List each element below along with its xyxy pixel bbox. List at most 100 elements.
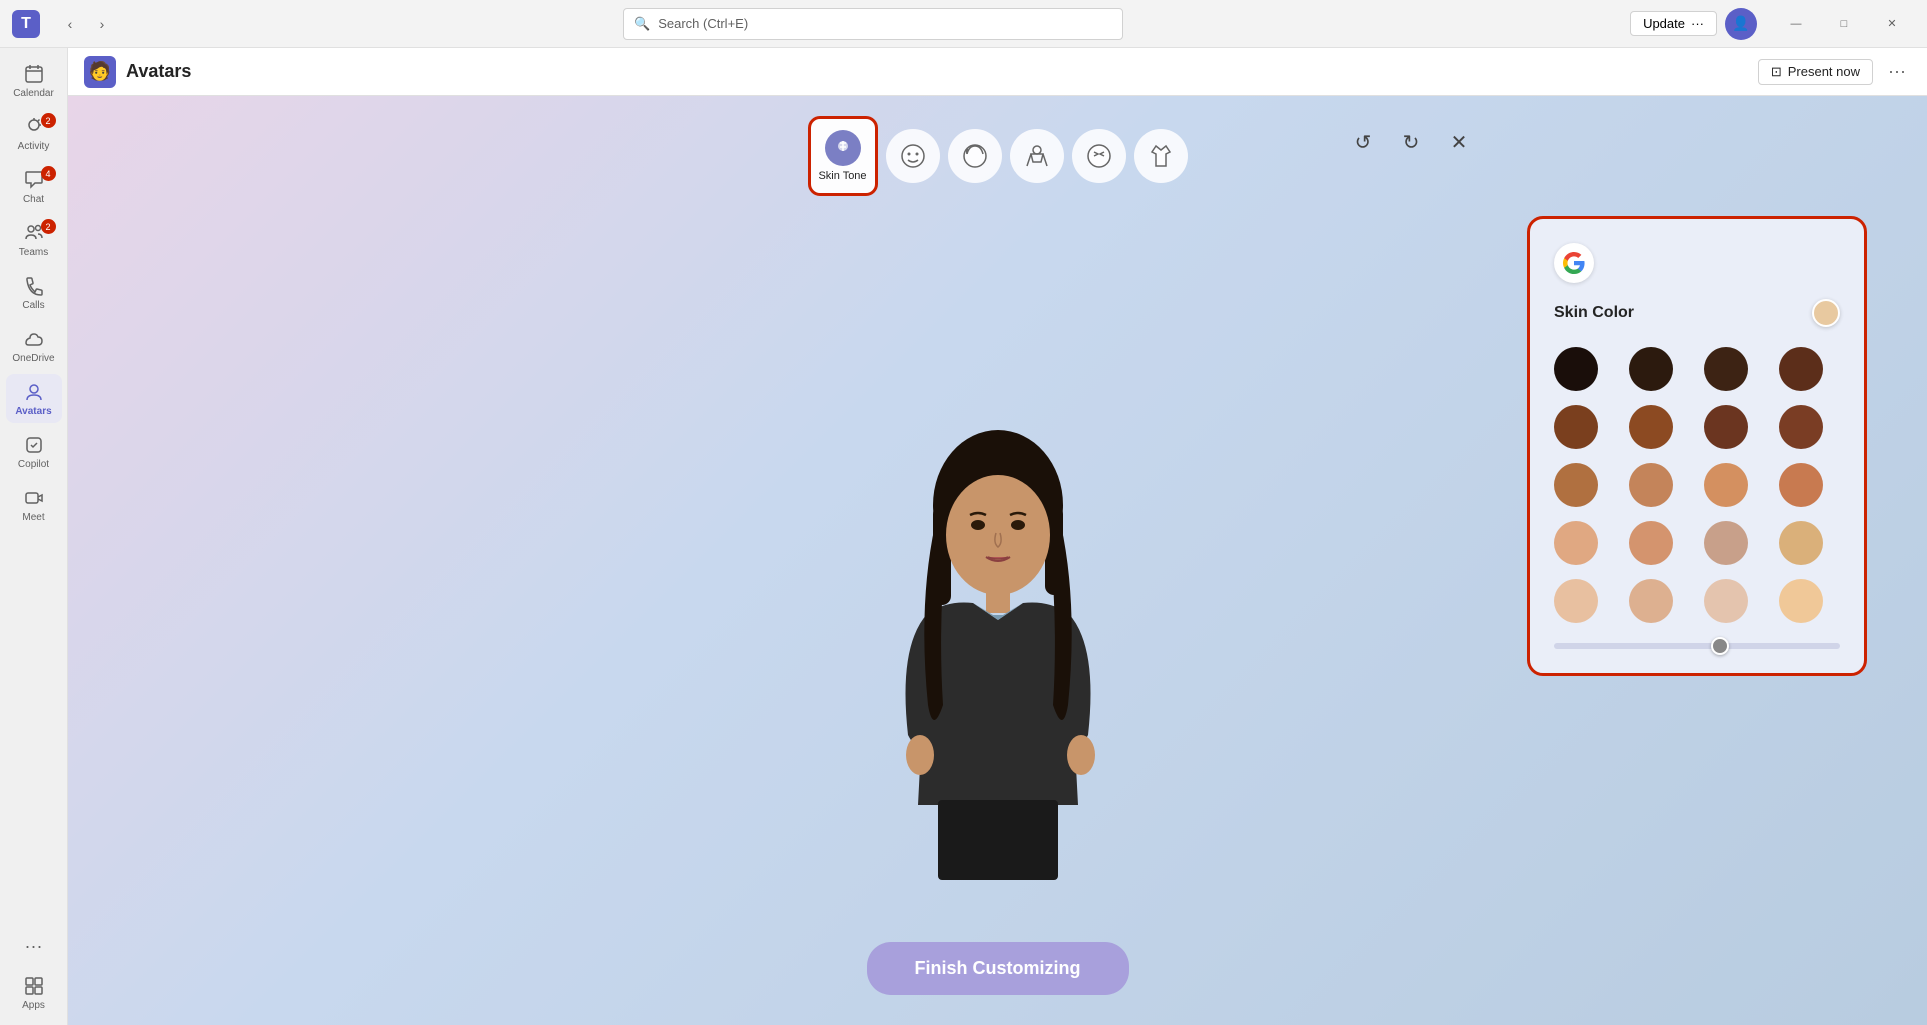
sidebar-item-activity[interactable]: 2 Activity [6, 109, 62, 158]
color-swatch[interactable] [1629, 579, 1673, 623]
skin-color-panel: Skin Color [1527, 216, 1867, 676]
sidebar-item-copilot[interactable]: Copilot [6, 427, 62, 476]
more-options-button[interactable]: ··· [1883, 58, 1911, 86]
sidebar-item-teams[interactable]: 2 Teams [6, 215, 62, 264]
sidebar-item-label: Teams [19, 247, 48, 258]
present-now-button[interactable]: ⊡ Present now [1758, 59, 1873, 85]
sidebar: Calendar 2 Activity 4 Chat [0, 48, 68, 1025]
avatar-figure [838, 425, 1158, 945]
nav-back[interactable]: ‹ [56, 10, 84, 38]
sidebar-item-onedrive[interactable]: OneDrive [6, 321, 62, 370]
color-swatch[interactable] [1704, 521, 1748, 565]
nav-forward[interactable]: › [88, 10, 116, 38]
panel-header: Skin Color [1554, 299, 1840, 327]
user-avatar[interactable]: 👤 [1725, 8, 1757, 40]
color-swatch[interactable] [1704, 405, 1748, 449]
color-swatch[interactable] [1704, 347, 1748, 391]
color-swatch[interactable] [1779, 405, 1823, 449]
redo-button[interactable]: ↻ [1393, 124, 1429, 160]
more-icon: ··· [22, 934, 46, 958]
update-dots: ··· [1691, 16, 1704, 31]
toolbar-right: ↺ ↻ ✕ [1345, 124, 1477, 160]
sidebar-item-label: Activity [18, 141, 50, 152]
sidebar-item-label: Avatars [15, 406, 51, 417]
sidebar-item-avatars[interactable]: Avatars [6, 374, 62, 423]
color-swatch[interactable] [1629, 521, 1673, 565]
sidebar-item-label: Meet [22, 512, 44, 523]
slider-thumb[interactable] [1711, 637, 1729, 655]
color-swatch[interactable] [1704, 463, 1748, 507]
page-title: Avatars [126, 61, 191, 82]
sidebar-item-apps[interactable]: Apps [6, 968, 62, 1017]
page-icon: 🧑 [84, 56, 116, 88]
sidebar-item-label: OneDrive [12, 353, 54, 364]
copilot-icon [22, 433, 46, 457]
calendar-icon [22, 62, 46, 86]
skin-color-title: Skin Color [1554, 304, 1634, 322]
sidebar-item-label: Calendar [13, 88, 54, 99]
avatar-toolbar: Skin Tone [808, 116, 1188, 196]
sidebar-item-chat[interactable]: 4 Chat [6, 162, 62, 211]
toolbar-body[interactable] [1010, 129, 1064, 183]
sidebar-item-label: Chat [23, 194, 44, 205]
color-swatch[interactable] [1704, 579, 1748, 623]
present-icon: ⊡ [1771, 64, 1782, 80]
color-swatch[interactable] [1779, 579, 1823, 623]
close-button[interactable]: ✕ [1869, 8, 1915, 40]
app-icon: T [12, 10, 40, 38]
meet-icon [22, 486, 46, 510]
google-icon [1554, 243, 1594, 283]
search-icon: 🔍 [634, 16, 650, 32]
maximize-button[interactable]: □ [1821, 8, 1867, 40]
color-swatch[interactable] [1629, 405, 1673, 449]
toolbar-features[interactable] [1072, 129, 1126, 183]
sidebar-item-label: Apps [22, 1000, 45, 1011]
nav-buttons: ‹ › [56, 10, 116, 38]
color-swatch[interactable] [1629, 463, 1673, 507]
color-swatch[interactable] [1554, 521, 1598, 565]
update-label: Update [1643, 16, 1685, 31]
skin-tone-icon [825, 130, 861, 166]
toolbar-skin-tone[interactable]: Skin Tone [808, 116, 878, 196]
onedrive-icon [22, 327, 46, 351]
color-swatch[interactable] [1554, 579, 1598, 623]
sidebar-item-calendar[interactable]: Calendar [6, 56, 62, 105]
color-swatch[interactable] [1779, 521, 1823, 565]
search-placeholder: Search (Ctrl+E) [658, 16, 748, 31]
skin-tone-label: Skin Tone [818, 170, 866, 182]
page-header: 🧑 Avatars ⊡ Present now ··· [68, 48, 1927, 96]
sidebar-item-more[interactable]: ··· [6, 928, 62, 964]
sidebar-item-meet[interactable]: Meet [6, 480, 62, 529]
activity-badge: 2 [41, 113, 56, 128]
main-layout: Calendar 2 Activity 4 Chat [0, 48, 1927, 1025]
update-button[interactable]: Update ··· [1630, 11, 1717, 36]
toolbar-clothing[interactable] [1134, 129, 1188, 183]
titlebar: T ‹ › 🔍 Search (Ctrl+E) Update ··· 👤 — □… [0, 0, 1927, 48]
color-swatch[interactable] [1554, 347, 1598, 391]
teams-badge: 2 [41, 219, 56, 234]
avatar-workspace: Skin Tone [68, 96, 1927, 1025]
color-swatch[interactable] [1554, 463, 1598, 507]
window-controls: — □ ✕ [1773, 8, 1915, 40]
toolbar-hair[interactable] [948, 129, 1002, 183]
color-swatch[interactable] [1779, 347, 1823, 391]
toolbar-face[interactable] [886, 129, 940, 183]
sidebar-item-label: Calls [22, 300, 44, 311]
sidebar-item-label: Copilot [18, 459, 49, 470]
chat-badge: 4 [41, 166, 56, 181]
selected-color-swatch[interactable] [1812, 299, 1840, 327]
undo-button[interactable]: ↺ [1345, 124, 1381, 160]
content-area: 🧑 Avatars ⊡ Present now ··· [68, 48, 1927, 1025]
brightness-slider-row [1554, 643, 1840, 649]
minimize-button[interactable]: — [1773, 8, 1819, 40]
color-swatch[interactable] [1554, 405, 1598, 449]
close-editor-button[interactable]: ✕ [1441, 124, 1477, 160]
brightness-slider[interactable] [1554, 643, 1840, 649]
color-swatch[interactable] [1629, 347, 1673, 391]
search-box[interactable]: 🔍 Search (Ctrl+E) [623, 8, 1123, 40]
present-now-label: Present now [1788, 64, 1860, 79]
calls-icon [22, 274, 46, 298]
color-swatch[interactable] [1779, 463, 1823, 507]
finish-customizing-button[interactable]: Finish Customizing [867, 942, 1129, 995]
sidebar-item-calls[interactable]: Calls [6, 268, 62, 317]
